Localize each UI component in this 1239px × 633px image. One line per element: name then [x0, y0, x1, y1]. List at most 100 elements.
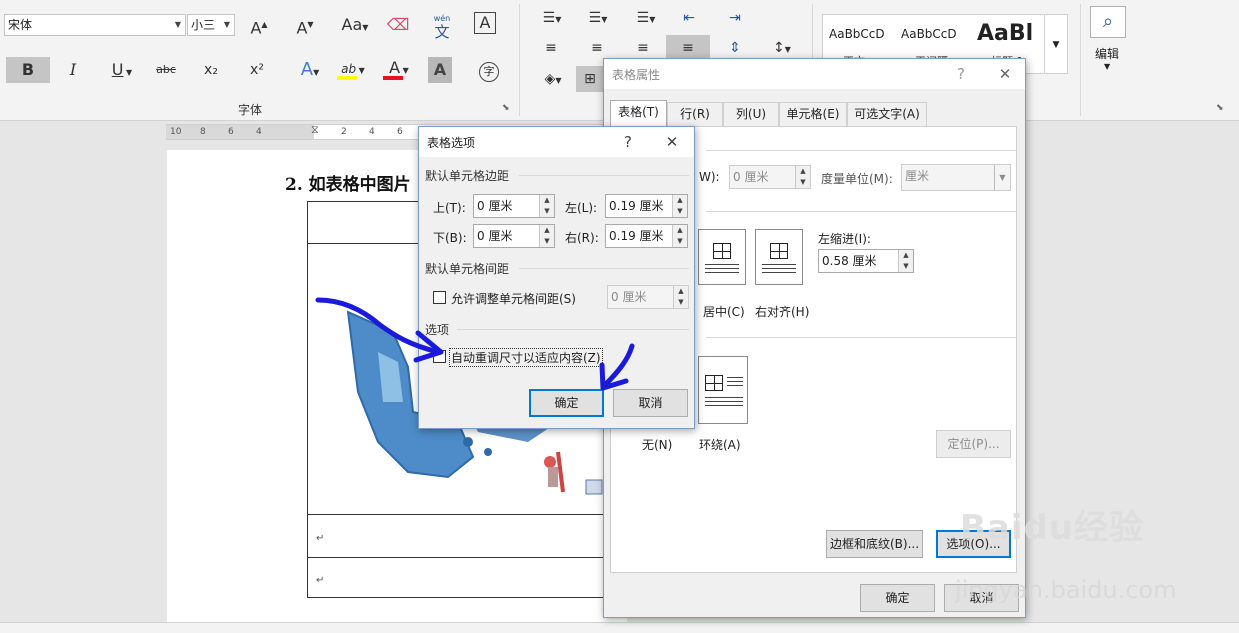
help-button[interactable]: ?: [615, 130, 641, 154]
strikethrough-button[interactable]: abc: [151, 57, 181, 83]
section-divider: [519, 268, 689, 269]
spin-down-icon[interactable]: ▼: [672, 206, 687, 217]
bottom-margin-input[interactable]: 0 厘米 ▲ ▼: [473, 224, 555, 248]
align-right-option[interactable]: [755, 229, 803, 285]
tab-cell[interactable]: 单元格(E): [779, 102, 847, 127]
subscript-button[interactable]: x₂: [196, 57, 226, 83]
allow-spacing-checkbox[interactable]: [433, 291, 446, 304]
superscript-button[interactable]: x²: [242, 57, 272, 83]
ok-button[interactable]: 确定: [860, 584, 935, 612]
highlight-button[interactable]: ab ▼: [334, 55, 372, 81]
numbering-button[interactable]: ☰▼: [580, 5, 616, 31]
spin-up-icon[interactable]: ▲: [795, 166, 810, 177]
borders-shading-button[interactable]: 边框和底纹(B)...: [826, 530, 923, 558]
spin-up-icon[interactable]: ▲: [672, 225, 687, 236]
tab-alt-text[interactable]: 可选文字(A): [847, 102, 927, 127]
eraser-icon[interactable]: ⌫: [383, 12, 413, 38]
measure-unit-value: 厘米: [905, 169, 930, 183]
chevron-down-icon[interactable]: ▼: [171, 15, 185, 35]
wrap-around-option[interactable]: [698, 356, 748, 424]
spin-down-icon[interactable]: ▼: [673, 297, 688, 308]
styles-more-button[interactable]: ▼: [1044, 14, 1068, 74]
cell-spacing-value: 0 厘米: [611, 290, 647, 304]
align-left-icon[interactable]: ≡: [536, 35, 566, 61]
spin-down-icon[interactable]: ▼: [898, 261, 913, 272]
chevron-down-icon[interactable]: ▼: [1104, 62, 1110, 71]
status-bar: [0, 622, 1239, 633]
tab-row[interactable]: 行(R): [667, 102, 723, 127]
decrease-indent-icon[interactable]: ⇤: [674, 5, 704, 31]
line: [727, 381, 743, 382]
position-button[interactable]: 定位(P)...: [936, 430, 1011, 458]
preferred-width-input[interactable]: 0 厘米 ▲ ▼: [729, 165, 811, 189]
dialog-titlebar: 表格选项 ? ✕: [419, 127, 694, 157]
left-margin-input[interactable]: 0.19 厘米 ▲ ▼: [605, 194, 688, 218]
cancel-button[interactable]: 取消: [613, 389, 688, 417]
close-icon[interactable]: ✕: [659, 130, 685, 154]
style-preview: AaBl: [977, 21, 1034, 46]
underline-button[interactable]: U ▼: [103, 57, 141, 83]
spin-up-icon[interactable]: ▲: [673, 286, 688, 297]
dialog-titlebar: 表格属性 ? ✕: [604, 59, 1025, 89]
shrink-font-button[interactable]: A▼: [290, 12, 320, 38]
line: [705, 268, 739, 269]
spin-up-icon[interactable]: ▲: [539, 195, 554, 206]
top-margin-input[interactable]: 0 厘米 ▲ ▼: [473, 194, 555, 218]
ruler-tick: 4: [256, 127, 262, 137]
phonetic-char: 文: [434, 23, 450, 41]
paragraph-mark: ↵: [316, 533, 325, 544]
measure-unit-select[interactable]: 厘米 ▼: [901, 164, 1011, 191]
borders-button[interactable]: ⊞: [576, 66, 604, 92]
align-center-option[interactable]: [698, 229, 746, 285]
autofit-checkbox[interactable]: [433, 350, 446, 363]
ok-button[interactable]: 确定: [529, 389, 604, 417]
font-size-combo[interactable]: 小三 ▼: [187, 14, 235, 36]
phonetic-guide-button[interactable]: wén 文: [427, 10, 457, 40]
align-right-label: 右对齐(H): [755, 305, 810, 319]
bold-button[interactable]: B: [6, 57, 50, 83]
chevron-down-icon[interactable]: ▼: [994, 165, 1010, 190]
enclose-char-button[interactable]: 字: [474, 57, 504, 83]
spin-up-icon[interactable]: ▲: [898, 250, 913, 261]
change-case-button[interactable]: Aa▼: [337, 12, 373, 38]
cell-spacing-input[interactable]: 0 厘米 ▲ ▼: [607, 285, 689, 309]
grow-font-button[interactable]: A▲: [244, 12, 274, 38]
spin-down-icon[interactable]: ▼: [539, 206, 554, 217]
spin-down-icon[interactable]: ▼: [539, 236, 554, 247]
tab-table[interactable]: 表格(T): [610, 100, 667, 128]
font-color-button[interactable]: A ▼: [380, 55, 418, 81]
right-margin-input[interactable]: 0.19 厘米 ▲ ▼: [605, 224, 688, 248]
strikethrough-icon: abc: [156, 63, 176, 76]
close-icon[interactable]: ✕: [992, 62, 1018, 86]
line: [705, 405, 743, 406]
char-shading-button[interactable]: A: [428, 57, 452, 83]
spin-up-icon[interactable]: ▲: [539, 225, 554, 236]
dialog-launcher-icon[interactable]: ⬊: [502, 103, 510, 113]
dialog-launcher-icon[interactable]: ⬊: [1216, 103, 1224, 113]
font-color-swatch: [383, 76, 403, 80]
bullets-button[interactable]: ☰▼: [534, 5, 570, 31]
right-margin-label: 右(R):: [565, 231, 599, 245]
change-case-icon: Aa: [341, 15, 363, 34]
left-indent-input[interactable]: 0.58 厘米 ▲ ▼: [818, 249, 914, 273]
find-button[interactable]: ⌕: [1090, 6, 1126, 38]
spin-up-icon[interactable]: ▲: [672, 195, 687, 206]
tab-column[interactable]: 列(U): [723, 102, 779, 127]
chevron-down-icon[interactable]: ▼: [220, 15, 234, 35]
align-center-label: 居中(C): [703, 305, 745, 319]
font-name-combo[interactable]: 宋体 ▼: [4, 14, 186, 36]
text-effects-button[interactable]: A▼: [292, 57, 328, 83]
shading-button[interactable]: ◈▼: [534, 66, 572, 92]
subscript-icon: x₂: [204, 62, 218, 78]
char-shading-icon: A: [433, 60, 447, 79]
char-border-button[interactable]: A: [474, 12, 496, 34]
help-button[interactable]: ?: [948, 62, 974, 86]
increase-indent-icon[interactable]: ⇥: [720, 5, 750, 31]
left-indent-value: 0.58 厘米: [822, 254, 877, 268]
multilevel-list-button[interactable]: ☰▼: [628, 5, 664, 31]
spin-down-icon[interactable]: ▼: [795, 177, 810, 188]
text-effects-icon: A: [300, 59, 314, 80]
spin-down-icon[interactable]: ▼: [672, 236, 687, 247]
italic-button[interactable]: I: [58, 57, 88, 83]
indent-marker-icon[interactable]: ⧖: [311, 123, 319, 137]
